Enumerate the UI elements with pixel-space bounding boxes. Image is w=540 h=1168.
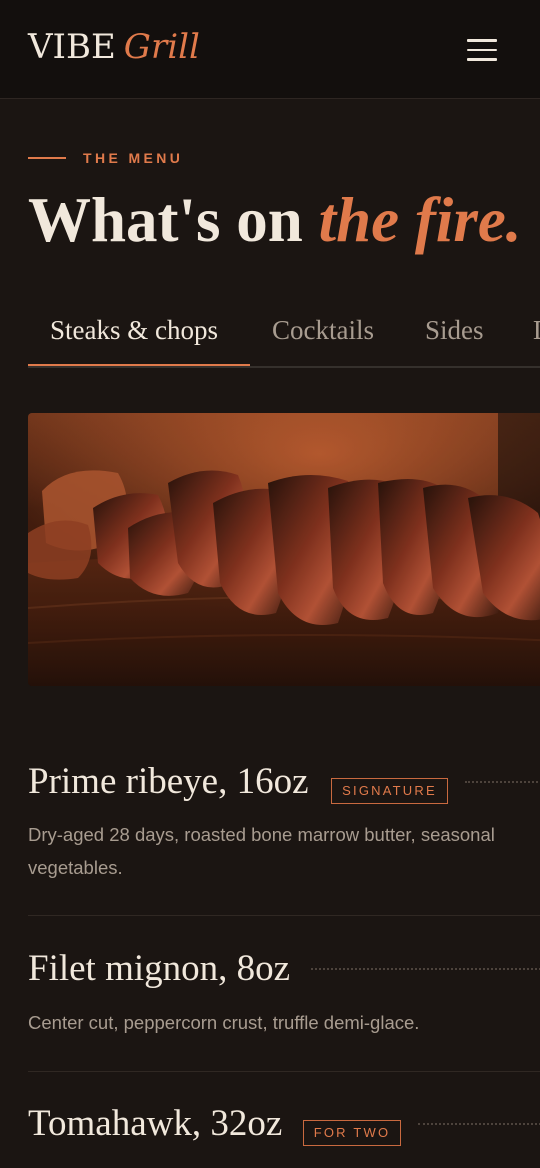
menu-page: VIBE Grill THE MENU What's on the fire. S… — [0, 0, 540, 1168]
signature-badge: SIGNATURE — [331, 778, 448, 804]
tab-steaks-chops[interactable]: Steaks & chops — [50, 310, 218, 366]
title-main: What's on — [28, 185, 319, 255]
active-tab-indicator — [28, 364, 250, 366]
menu-item[interactable]: Prime ribeye, 16oz SIGNATURE Dry-aged 28… — [28, 760, 540, 890]
brand-logo[interactable]: VIBE Grill — [28, 26, 200, 68]
hero-steak-image — [28, 413, 540, 686]
menu-item-description: Center cut, peppercorn crust, truffle de… — [28, 1012, 420, 1033]
menu-bar — [467, 58, 497, 61]
tab-desserts[interactable]: D — [533, 310, 540, 366]
for-two-badge: FOR TWO — [303, 1120, 401, 1146]
tab-sides[interactable]: Sides — [425, 310, 484, 366]
price-leader-dots — [465, 781, 540, 783]
title-accent: the fire. — [318, 185, 522, 255]
item-divider — [28, 1071, 540, 1072]
menu-item-name: Filet mignon, 8oz — [28, 948, 291, 989]
eyebrow-line — [28, 157, 66, 159]
menu-bar — [467, 48, 497, 51]
menu-item-name: Prime ribeye, 16oz — [28, 761, 309, 802]
page-title: What's on the fire. — [28, 184, 522, 256]
brand-accent: Grill — [123, 27, 200, 67]
site-header: VIBE Grill — [0, 0, 540, 99]
menu-item-description: Dry-aged 28 days, roasted bone marrow bu… — [28, 824, 495, 878]
menu-item[interactable]: Tomahawk, 32oz FOR TWO — [28, 1102, 540, 1168]
price-leader-dots — [418, 1123, 540, 1125]
menu-item[interactable]: Filet mignon, 8oz Center cut, peppercorn… — [28, 947, 540, 1047]
eyebrow-label: THE MENU — [83, 150, 184, 166]
brand-main: VIBE — [28, 27, 116, 67]
menu-category-tabs: Steaks & chops Cocktails Sides D — [28, 298, 540, 368]
tab-cocktails[interactable]: Cocktails — [272, 310, 374, 366]
hamburger-menu-icon[interactable] — [462, 36, 502, 64]
menu-bar — [467, 39, 497, 42]
price-leader-dots — [311, 968, 540, 970]
menu-item-name: Tomahawk, 32oz — [28, 1103, 283, 1144]
item-divider — [28, 915, 540, 916]
steak-illustration — [28, 413, 540, 686]
